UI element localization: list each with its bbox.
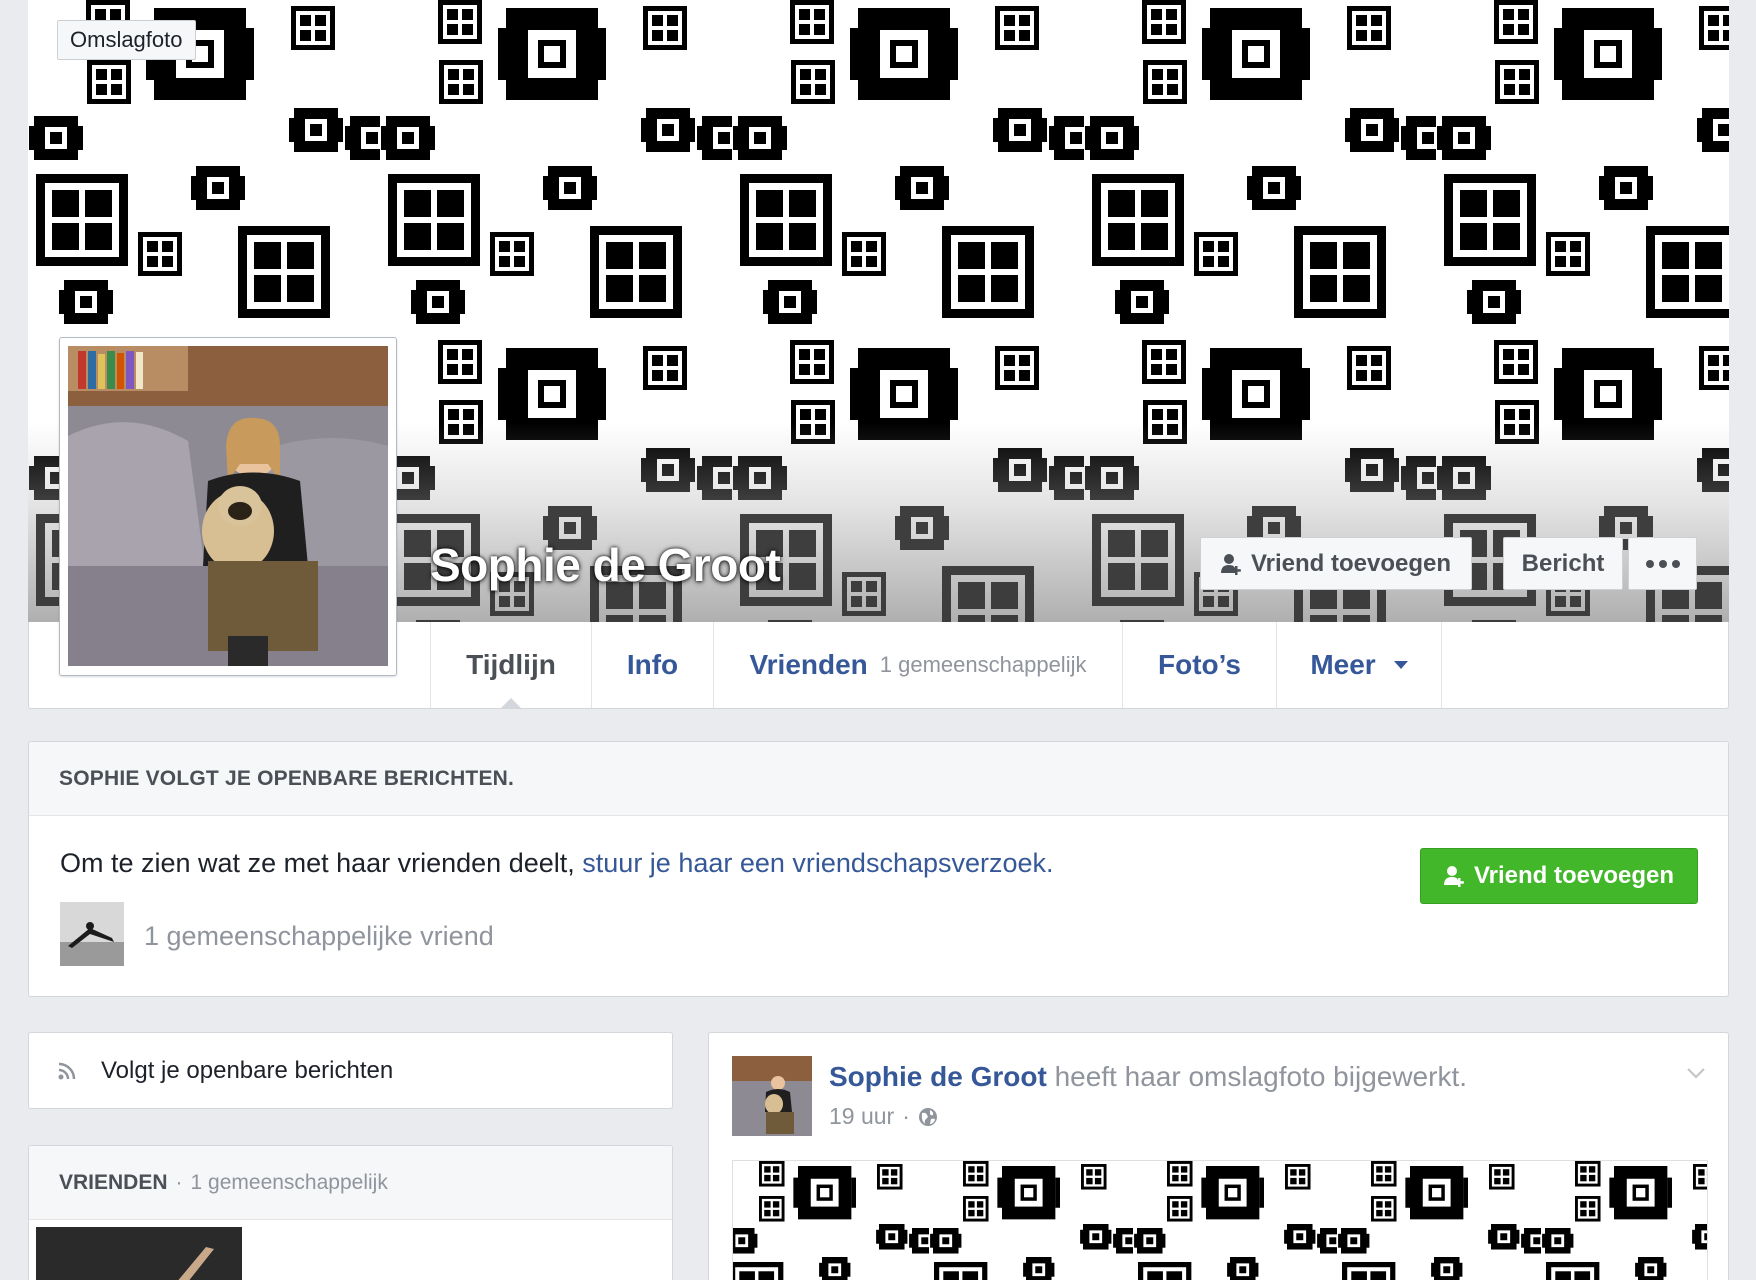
add-friend-icon [1220,553,1241,575]
profile-photo-image [68,346,388,666]
tab-timeline[interactable]: Tijdlijn [431,622,592,709]
more-options-button[interactable] [1628,537,1697,590]
more-icon [1645,559,1680,568]
post-author-link[interactable]: Sophie de Groot [829,1061,1047,1092]
follow-notice-sentence: Om te zien wat ze met haar vrienden deel… [60,848,575,878]
tab-photos[interactable]: Foto’s [1123,622,1277,708]
tab-more-label: Meer [1310,649,1376,680]
post-action-text: heeft haar omslagfoto bijgewerkt. [1054,1061,1468,1092]
post-meta-separator: · [902,1103,910,1129]
post-cover-pattern [733,1161,1707,1280]
rss-icon [58,1062,76,1079]
tab-friends[interactable]: Vrienden 1 gemeenschappelijk [714,622,1123,708]
timeline-post: Sophie de Groot heeft haar omslagfoto bi… [708,1032,1729,1280]
post-cover-image[interactable] [732,1160,1708,1280]
follow-notice-text: Om te zien wat ze met haar vrienden deel… [60,848,1054,879]
tab-info[interactable]: Info [592,622,714,708]
friends-heading: VRIENDEN · 1 gemeenschappelijk [29,1146,672,1220]
message-button[interactable]: Bericht [1503,537,1623,590]
add-friend-icon [1443,866,1464,887]
tab-more[interactable]: Meer [1277,622,1442,708]
cover-photo-label: Omslagfoto [57,20,196,60]
add-friend-label: Vriend toevoegen [1250,549,1452,577]
tab-timeline-label: Tijdlijn [466,649,556,680]
mutual-friend-avatar[interactable] [60,902,124,966]
mutual-friend-link[interactable]: 1 gemeenschappelijke vriend [144,921,494,952]
tab-friends-mutual-count: 1 gemeenschappelijk [879,652,1087,677]
chevron-down-icon[interactable] [1686,1063,1706,1083]
follow-notice-card: SOPHIE VOLGT JE OPENBARE BERICHTEN. Om t… [28,741,1729,997]
globe-icon[interactable] [918,1107,938,1127]
add-friend-primary-label: Vriend toevoegen [1473,862,1675,889]
caret-down-icon [1393,661,1408,669]
tab-info-label: Info [626,649,679,680]
friend-photo[interactable] [36,1227,242,1280]
profile-picture[interactable] [59,337,397,676]
friends-separator: · [175,1170,183,1194]
follows-label: Volgt je openbare berichten [101,1056,394,1084]
friends-card: VRIENDEN · 1 gemeenschappelijk [28,1145,673,1280]
profile-tabs: Tijdlijn Info Vrienden 1 gemeenschappeli… [430,622,1442,709]
friends-mutual-count: 1 gemeenschappelijk [190,1170,388,1194]
tab-photos-label: Foto’s [1158,649,1241,680]
send-friend-request-link[interactable]: stuur je haar een vriendschapsverzoek. [582,848,1053,878]
tab-friends-label: Vrienden [749,649,868,680]
post-author-avatar[interactable] [732,1056,812,1136]
add-friend-primary-button[interactable]: Vriend toevoegen [1420,848,1698,904]
add-friend-button[interactable]: Vriend toevoegen [1200,537,1472,590]
follow-notice-heading: SOPHIE VOLGT JE OPENBARE BERICHTEN. [29,742,1728,816]
friends-title[interactable]: VRIENDEN [59,1171,168,1195]
profile-name[interactable]: Sophie de Groot [430,538,781,592]
post-timestamp[interactable]: 19 uur [829,1103,894,1130]
follows-card: Volgt je openbare berichten [28,1032,673,1109]
post-meta: 19 uur · [829,1103,938,1130]
post-headline: Sophie de Groot heeft haar omslagfoto bi… [829,1061,1467,1093]
